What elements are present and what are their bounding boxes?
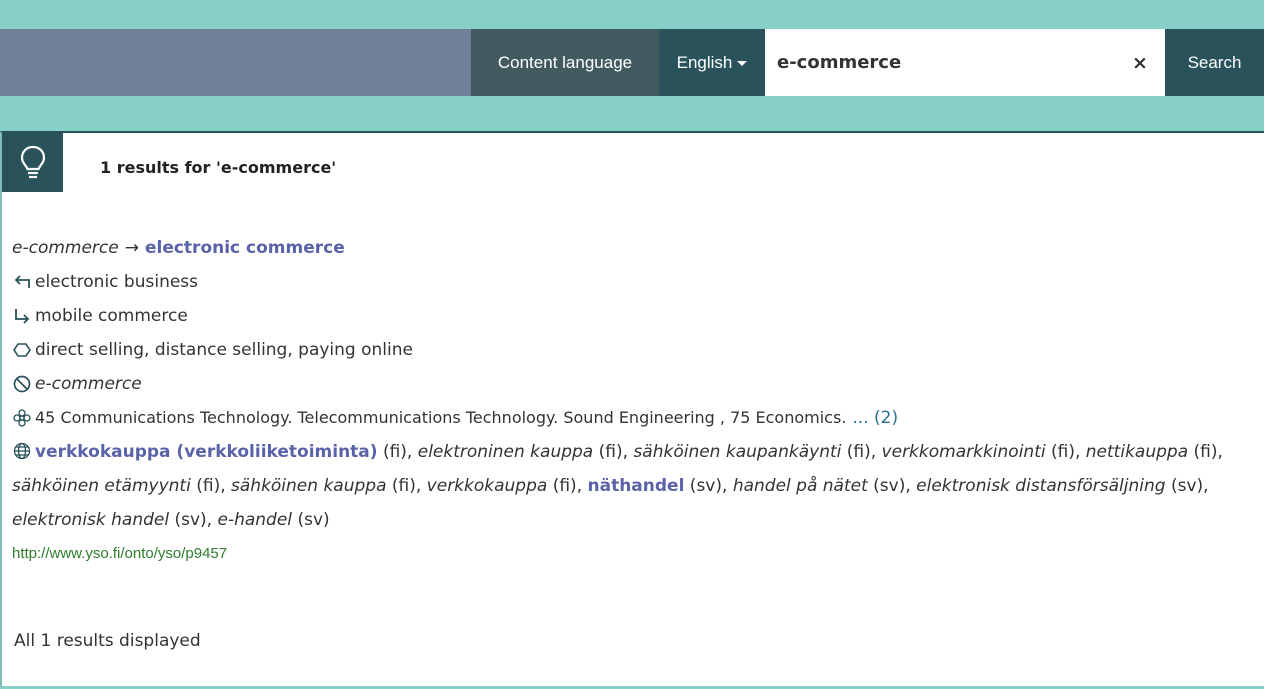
translation-term: verkkomarkkinointi [881, 442, 1046, 462]
hidden-label-row: e-commerce [12, 367, 1262, 401]
translation-term: sähköinen kauppa [231, 476, 387, 496]
related-terms: direct selling, distance selling, paying… [35, 340, 413, 360]
translation-term: sähköinen etämyynti [12, 476, 191, 496]
clear-search-button[interactable]: × [1125, 29, 1155, 96]
translation-language: (fi), [386, 476, 427, 496]
lightbulb-icon [20, 145, 45, 178]
translation-term: elektronisk distansförsäljning [916, 476, 1166, 496]
language-dropdown[interactable]: English [659, 29, 765, 96]
arrow-right-icon: → [124, 238, 139, 258]
language-selected: English [676, 52, 733, 72]
translation-language: (sv), [867, 476, 917, 496]
translation-term: elektroninen kauppa [417, 442, 594, 462]
result-entry: e-commerce → electronic commerce electro… [12, 231, 1262, 571]
results-count: 1 results for 'e-commerce' [100, 158, 337, 177]
translation-language: (fi), [547, 476, 588, 496]
translations-row: verkkokauppa (verkkoliiketoiminta) (fi),… [12, 435, 1262, 537]
results-panel: 1 results for 'e-commerce' e-commerce → … [0, 131, 1264, 686]
hidden-label: e-commerce [35, 374, 142, 394]
translation-language: (fi), [1188, 442, 1223, 462]
concept-uri-link[interactable]: http://www.yso.fi/onto/yso/p9457 [12, 537, 227, 571]
translation-language: (sv), [169, 510, 218, 530]
globe-icon [12, 441, 32, 461]
alt-label: e-commerce [12, 238, 119, 258]
content-language-label: Content language [471, 29, 659, 96]
results-footer: All 1 results displayed [14, 631, 201, 651]
translation-language: (sv), [684, 476, 733, 496]
lightbulb-icon [2, 133, 63, 192]
translation-language: (fi), [593, 442, 634, 462]
narrower-row: mobile commerce [12, 299, 1262, 333]
result-heading: e-commerce → electronic commerce [12, 231, 1262, 265]
translation-language: (fi), [190, 476, 232, 496]
translation-language: (sv) [292, 510, 330, 530]
related-row: direct selling, distance selling, paying… [12, 333, 1262, 367]
translation-term[interactable]: verkkokauppa (verkkoliiketoiminta) [35, 442, 378, 462]
translation-language: (sv), [1165, 476, 1209, 496]
narrower-term[interactable]: mobile commerce [35, 299, 188, 333]
hidden-label-icon [12, 374, 32, 394]
translation-term: elektronisk handel [12, 510, 170, 530]
translation-term: sähköinen kaupankäynti [633, 442, 842, 462]
search-input[interactable] [765, 29, 1105, 96]
translations-list: verkkokauppa (verkkoliiketoiminta) (fi),… [12, 442, 1223, 530]
pref-label-link[interactable]: electronic commerce [145, 231, 345, 265]
groups-row: 45 Communications Technology. Telecommun… [12, 401, 1262, 435]
groups-text: 45 Communications Technology. Telecommun… [35, 408, 847, 427]
broader-term[interactable]: electronic business [35, 265, 198, 299]
translation-language: (fi), [1045, 442, 1086, 462]
translation-language: (fi), [377, 442, 418, 462]
translation-language: (fi), [841, 442, 882, 462]
groups-icon [12, 408, 32, 428]
translation-term: nettikauppa [1085, 442, 1189, 462]
narrower-arrow-icon [12, 306, 32, 326]
uri-row: http://www.yso.fi/onto/yso/p9457 [12, 537, 1262, 571]
broader-arrow-icon [12, 272, 32, 292]
caret-down-icon [737, 61, 748, 66]
broader-row: electronic business [12, 265, 1262, 299]
groups-more-link[interactable]: ... (2) [852, 401, 898, 435]
translation-term[interactable]: näthandel [588, 476, 685, 496]
search-navbar: Content language English × Search [0, 29, 1264, 96]
translation-term: e-handel [217, 510, 293, 530]
related-icon [12, 340, 32, 360]
translation-term: handel på nätet [732, 476, 868, 496]
translation-term: verkkokauppa [426, 476, 548, 496]
search-button[interactable]: Search [1165, 29, 1264, 96]
search-box: × [765, 29, 1165, 96]
